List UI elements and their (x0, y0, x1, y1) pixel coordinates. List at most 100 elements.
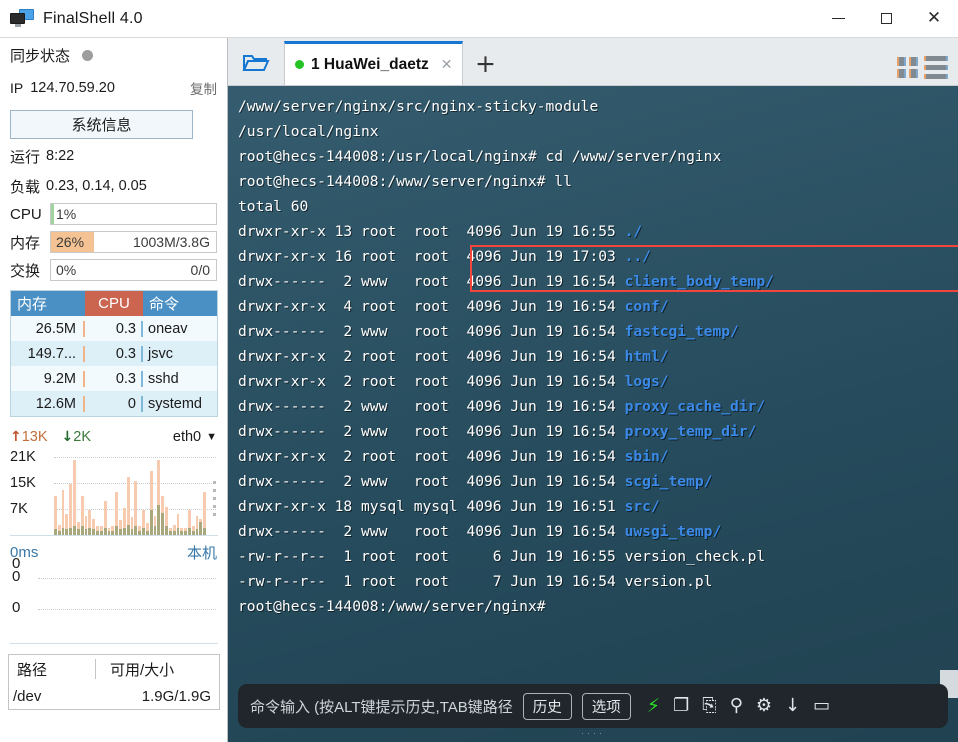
terminal-line: drwx------ 2 www root 4096 Jun 19 16:54 … (238, 269, 944, 294)
drag-handle-dots[interactable]: ···· (581, 728, 605, 738)
process-header-mem[interactable]: 内存 (11, 291, 85, 316)
ping-host-label[interactable]: 本机 (187, 542, 217, 563)
close-button[interactable]: ✕ (910, 0, 958, 38)
process-table-header: 内存 CPU 命令 (11, 291, 217, 316)
terminal-text: ./ (624, 223, 643, 240)
window-icon[interactable]: ▭ (813, 697, 830, 715)
process-row[interactable]: 12.6M 0 systemd (11, 391, 217, 416)
terminal-text: drwx------ 2 www root 4096 Jun 19 16:54 (238, 523, 625, 540)
terminal-text: fastcgi_temp/ (624, 323, 739, 340)
network-ylabel-1: 15K (10, 475, 36, 491)
process-header-cmd[interactable]: 命令 (143, 291, 217, 316)
terminal-output[interactable]: /www/server/nginx/src/nginx-sticky-modul… (228, 86, 958, 742)
terminal-text: drwx------ 2 www root 4096 Jun 19 16:54 (238, 398, 625, 415)
network-bar (122, 451, 126, 535)
list-view-icon[interactable] (924, 56, 948, 79)
ip-label: IP (10, 80, 24, 96)
terminal-line: drwxr-xr-x 13 root root 4096 Jun 19 16:5… (238, 219, 944, 244)
upload-arrow-icon: ↑ (10, 429, 22, 445)
terminal-panel: 1 HuaWei_daetz ✕ + /www/server/nginx/src/… (228, 38, 958, 742)
terminal-tab[interactable]: 1 HuaWei_daetz ✕ (284, 41, 464, 85)
network-bar (187, 451, 191, 535)
network-bar (199, 451, 203, 535)
process-row[interactable]: 149.7... 0.3 jsvc (11, 341, 217, 366)
terminal-text: root@hecs-144008:/www/server/nginx# (238, 598, 546, 615)
ping-ylabel-1: 0 (12, 568, 21, 585)
terminal-text: sbin/ (624, 448, 669, 465)
network-bar (65, 451, 69, 535)
network-bar (119, 451, 122, 535)
terminal-line: drwx------ 2 www root 4096 Jun 19 16:54 … (238, 469, 944, 494)
process-header-cpu[interactable]: CPU (85, 291, 143, 316)
download-icon[interactable]: ↓ (785, 697, 800, 715)
search-icon[interactable]: ⚲ (730, 697, 743, 715)
terminal-text: drwxr-xr-x 4 root root 4096 Jun 19 16:54 (238, 298, 625, 315)
terminal-text: src/ (624, 498, 660, 515)
terminal-line: drwxr-xr-x 4 root root 4096 Jun 19 16:54… (238, 294, 944, 319)
finalshell-window: FinalShell 4.0 ✕ 同步状态 IP 124.70.59.20 复制… (0, 0, 958, 742)
network-bar (92, 451, 96, 535)
terminal-line: drwx------ 2 www root 4096 Jun 19 16:54 … (238, 519, 944, 544)
gear-icon[interactable]: ⚙ (756, 697, 772, 715)
command-input-bar[interactable]: 命令输入 (按ALT键提示历史,TAB键路径 历史 选项 ⚡ ❐ ⎘ ⚲ ⚙ ↓ ▭ ···… (238, 684, 948, 738)
terminal-text: html/ (624, 348, 669, 365)
sync-status-indicator (82, 49, 94, 61)
lightning-icon[interactable]: ⚡ (647, 696, 660, 716)
disk-header-size: 可用/大小 (110, 661, 175, 679)
network-bar (96, 451, 99, 535)
chevron-down-icon[interactable]: ▼ (206, 431, 217, 443)
terminal-line: root@hecs-144008:/usr/local/nginx# cd /w… (238, 144, 944, 169)
process-command: jsvc (148, 345, 173, 362)
terminal-text: conf/ (624, 298, 669, 315)
terminal-text: client_body_temp/ (624, 273, 774, 290)
tabs-container: 1 HuaWei_daetz ✕ (284, 41, 464, 85)
process-row[interactable]: 9.2M 0.3 sshd (11, 366, 217, 391)
terminal-text: drwxr-xr-x 18 mysql mysql 4096 Jun 19 16… (238, 498, 625, 515)
resource-meters: CPU 1% 内存 26% 1003M/3.8G 交换 0% 0/0 (0, 201, 227, 283)
meter-percent: 26% (56, 234, 85, 250)
disk-usage-table: 路径 可用/大小 /dev 1.9G/1.9G (8, 654, 220, 710)
options-button[interactable]: 选项 (581, 692, 631, 720)
network-bar (153, 451, 157, 535)
process-row[interactable]: 26.5M 0.3 oneav (11, 316, 217, 341)
sync-status-row: 同步状态 (0, 38, 227, 72)
network-bar (69, 451, 73, 535)
open-folder-icon[interactable] (228, 39, 284, 85)
terminal-line: drwxr-xr-x 18 mysql mysql 4096 Jun 19 16… (238, 494, 944, 519)
network-bar (103, 451, 107, 535)
terminal-text: logs/ (624, 373, 669, 390)
network-bar (161, 451, 165, 535)
process-command: systemd (148, 395, 202, 412)
copy-icon[interactable]: ❐ (673, 697, 689, 715)
history-button[interactable]: 历史 (522, 692, 572, 720)
terminal-text: /www/server/nginx/src/nginx-sticky-modul… (238, 98, 599, 115)
process-memory: 12.6M (11, 395, 85, 412)
grid-view-icon[interactable] (897, 57, 918, 78)
disk-row[interactable]: /dev 1.9G/1.9G (9, 683, 219, 709)
network-bar (145, 451, 149, 535)
new-tab-button[interactable]: + (463, 41, 507, 85)
terminal-line: /www/server/nginx/src/nginx-sticky-modul… (238, 94, 944, 119)
network-bar (165, 451, 168, 535)
meter-row-交换: 交换 0% 0/0 (0, 257, 227, 283)
maximize-button[interactable] (862, 0, 910, 38)
minimize-button[interactable] (814, 0, 862, 38)
network-interface-select[interactable]: eth0 (173, 429, 201, 445)
ping-ylabel-2: 0 (12, 599, 21, 616)
process-table: 内存 CPU 命令 26.5M 0.3 oneav 149.7... 0.3 jsvc 9.… (10, 290, 218, 417)
disk-header-path: 路径 (17, 661, 48, 679)
terminal-text: root@hecs-144008:/www/server/nginx# ll (238, 173, 572, 190)
system-info-button[interactable]: 系统信息 (10, 110, 193, 139)
network-bar (57, 451, 61, 535)
process-command: sshd (148, 370, 179, 387)
paste-icon[interactable]: ⎘ (702, 697, 716, 715)
meter-row-内存: 内存 26% 1003M/3.8G (0, 229, 227, 255)
terminal-text: drwxr-xr-x 2 root root 4096 Jun 19 16:54 (238, 373, 625, 390)
process-memory: 26.5M (11, 320, 85, 337)
terminal-text: total 60 (238, 198, 309, 215)
ip-value: 124.70.59.20 (30, 80, 115, 96)
copy-ip-button[interactable]: 复制 (190, 78, 217, 98)
disk-table-header: 路径 可用/大小 (9, 655, 219, 683)
meter-percent: 0% (56, 262, 77, 278)
tab-close-icon[interactable]: ✕ (441, 57, 453, 73)
